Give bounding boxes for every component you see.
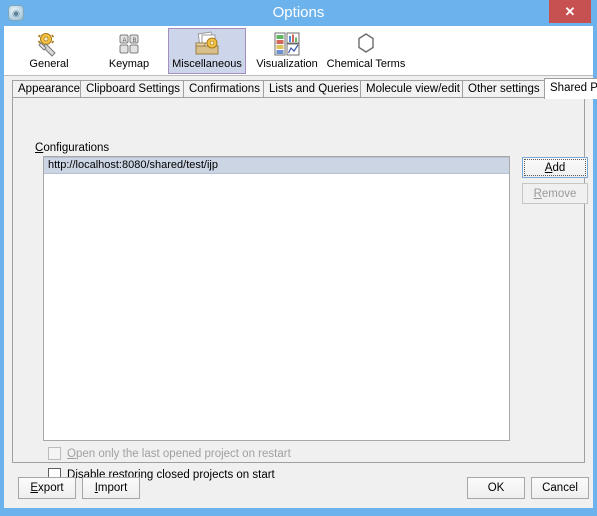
shared-projects-panel: Configurations http://localhost:8080/sha…: [12, 97, 588, 481]
cancel-button[interactable]: Cancel: [531, 477, 589, 499]
close-button[interactable]: ✕: [549, 0, 591, 23]
gear-wrench-icon: [35, 31, 63, 57]
toolbar-item-general[interactable]: General: [18, 28, 80, 74]
tab-appearance[interactable]: Appearance: [12, 80, 87, 98]
checkbox-open-last-project: Open only the last opened project on res…: [48, 447, 291, 460]
remove-button-label: Remove: [533, 187, 577, 200]
toolbar-label-visualization: Visualization: [256, 58, 318, 70]
svg-text:A: A: [123, 38, 127, 44]
toolbar-item-visualization[interactable]: Visualization: [250, 28, 324, 74]
import-button-label: Import: [94, 482, 128, 494]
add-button-label: Add: [544, 161, 566, 174]
keyboard-icon: A B: [115, 31, 143, 57]
tab-confirmations[interactable]: Confirmations: [183, 80, 266, 98]
toolbar-label-chemical-terms: Chemical Terms: [326, 58, 406, 70]
dialog-body: General A B Keymap Miscellaneous Visuali…: [4, 26, 597, 508]
import-button[interactable]: Import: [82, 477, 140, 499]
toolbar-label-general: General: [29, 58, 69, 70]
checkbox-label: Open only the last opened project on res…: [67, 447, 291, 460]
export-button-label: Export: [30, 482, 64, 494]
documents-gear-icon: [193, 31, 221, 57]
configurations-label: Configurations: [35, 142, 110, 154]
svg-text:B: B: [133, 38, 137, 44]
charts-icon: [273, 31, 301, 57]
benzene-ring-icon: [352, 31, 380, 57]
tab-clipboard-settings[interactable]: Clipboard Settings: [80, 80, 186, 98]
toolbar-item-miscellaneous[interactable]: Miscellaneous: [168, 28, 246, 74]
tab-shared-projects[interactable]: Shared Projects: [544, 78, 597, 99]
tab-molecule-view-edit[interactable]: Molecule view/edit: [360, 80, 466, 98]
options-dialog: ◉ Options ✕ General A B Keymap Miscellan…: [0, 0, 597, 516]
remove-button: Remove: [522, 183, 588, 204]
export-button[interactable]: Export: [18, 477, 76, 499]
title-bar: ◉ Options ✕: [0, 0, 597, 26]
list-item[interactable]: http://localhost:8080/shared/test/ijp: [44, 157, 509, 174]
settings-tabstrip: Appearance Clipboard Settings Confirmati…: [12, 78, 597, 99]
configurations-list[interactable]: http://localhost:8080/shared/test/ijp: [43, 156, 510, 441]
add-button[interactable]: Add: [522, 157, 588, 178]
toolbar-item-keymap[interactable]: A B Keymap: [100, 28, 158, 74]
checkbox-box: [48, 447, 61, 460]
tab-lists-and-queries[interactable]: Lists and Queries: [263, 80, 365, 98]
tab-other-settings[interactable]: Other settings: [462, 80, 546, 98]
toolbar-label-keymap: Keymap: [108, 58, 150, 70]
ok-button[interactable]: OK: [467, 477, 525, 499]
toolbar-label-miscellaneous: Miscellaneous: [172, 58, 242, 70]
window-title: Options: [272, 4, 325, 21]
category-toolbar: General A B Keymap Miscellaneous Visuali…: [4, 26, 593, 76]
toolbar-item-chemical-terms[interactable]: Chemical Terms: [324, 28, 408, 74]
